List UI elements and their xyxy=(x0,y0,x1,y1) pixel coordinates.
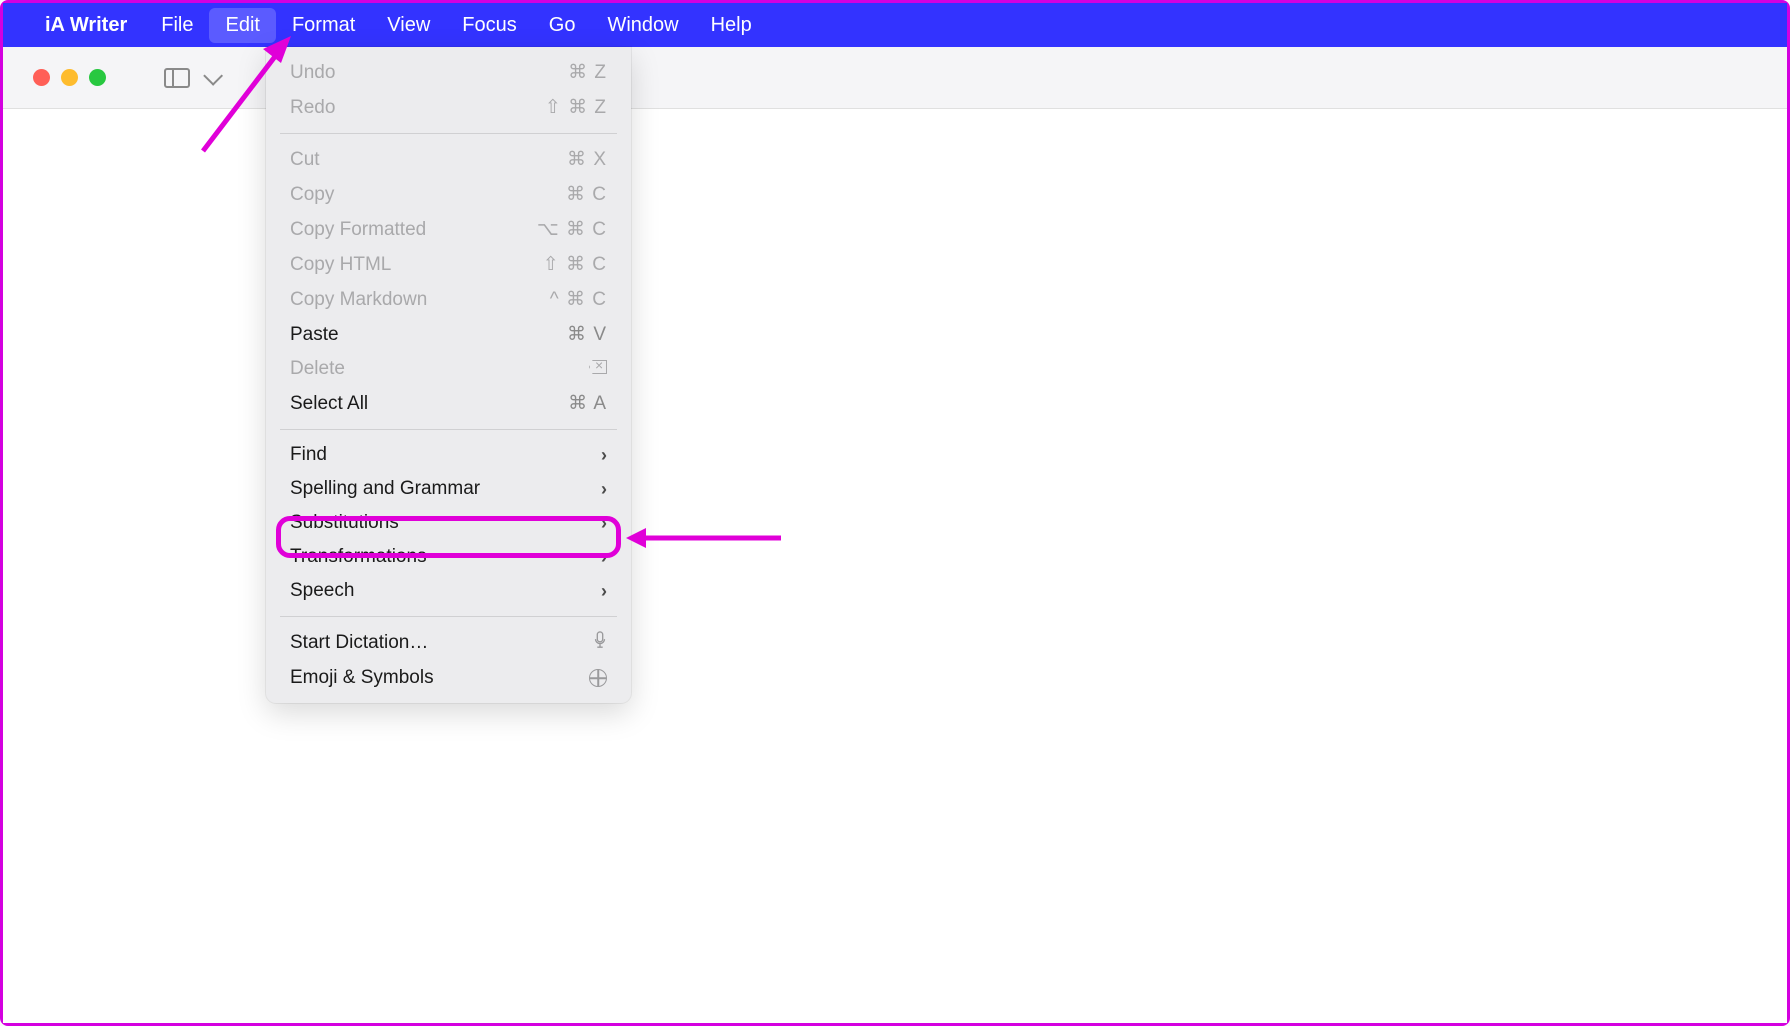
menu-item-label: Select All xyxy=(290,393,368,415)
close-window-button[interactable] xyxy=(33,69,50,86)
system-menubar: iA Writer File Edit Format View Focus Go… xyxy=(3,3,1787,47)
menu-item-label: Redo xyxy=(290,97,335,119)
chevron-right-icon: › xyxy=(601,547,607,568)
menu-item-delete[interactable]: Delete xyxy=(266,352,631,386)
globe-icon xyxy=(589,669,607,687)
mic-icon xyxy=(593,631,607,655)
menu-item-label: Spelling and Grammar xyxy=(290,478,480,500)
traffic-lights xyxy=(33,69,106,86)
menu-item-undo[interactable]: Undo ⌘ Z xyxy=(266,55,631,90)
shortcut-label: ⌥ ⌘ C xyxy=(537,218,607,241)
menu-item-redo[interactable]: Redo ⇧ ⌘ Z xyxy=(266,90,631,125)
chevron-right-icon: › xyxy=(601,445,607,466)
menu-item-spelling-grammar[interactable]: Spelling and Grammar › xyxy=(266,472,631,506)
menu-separator xyxy=(280,616,617,617)
menu-file[interactable]: File xyxy=(145,8,209,43)
shortcut-label: ⇧ ⌘ C xyxy=(543,253,607,276)
menu-item-label: Delete xyxy=(290,358,345,380)
menu-item-label: Speech xyxy=(290,580,354,602)
app-name[interactable]: iA Writer xyxy=(45,8,145,43)
shortcut-label: ⌘ C xyxy=(566,183,607,206)
shortcut-label: ⌘ V xyxy=(567,323,607,346)
menu-item-transformations[interactable]: Transformations › xyxy=(266,540,631,574)
chevron-down-icon[interactable] xyxy=(203,65,223,85)
shortcut-label: ⇧ ⌘ Z xyxy=(545,96,607,119)
menu-item-copy-html[interactable]: Copy HTML ⇧ ⌘ C xyxy=(266,247,631,282)
menu-view[interactable]: View xyxy=(371,8,446,43)
menu-item-substitutions[interactable]: Substitutions › xyxy=(266,506,631,540)
chevron-right-icon: › xyxy=(601,581,607,602)
shortcut-label: ⌘ Z xyxy=(568,61,607,84)
menu-item-label: Paste xyxy=(290,324,339,346)
menu-focus[interactable]: Focus xyxy=(446,8,532,43)
menu-item-label: Copy xyxy=(290,184,334,206)
menu-item-label: Undo xyxy=(290,62,335,84)
menu-item-emoji-symbols[interactable]: Emoji & Symbols xyxy=(266,661,631,695)
menu-format[interactable]: Format xyxy=(276,8,371,43)
menu-edit[interactable]: Edit xyxy=(209,8,275,43)
chevron-right-icon: › xyxy=(601,479,607,500)
menu-help[interactable]: Help xyxy=(695,8,768,43)
menu-item-select-all[interactable]: Select All ⌘ A xyxy=(266,386,631,421)
menu-item-label: Copy Formatted xyxy=(290,219,426,241)
menu-item-label: Copy HTML xyxy=(290,254,391,276)
sidebar-toggle-icon[interactable] xyxy=(164,68,190,88)
menu-item-label: Transformations xyxy=(290,546,427,568)
minimize-window-button[interactable] xyxy=(61,69,78,86)
menu-item-label: Copy Markdown xyxy=(290,289,427,311)
menu-item-label: Find xyxy=(290,444,327,466)
shortcut-label: ⌘ A xyxy=(568,392,607,415)
menu-item-label: Substitutions xyxy=(290,512,399,534)
menu-item-label: Start Dictation… xyxy=(290,632,428,654)
menu-window[interactable]: Window xyxy=(591,8,694,43)
menu-item-label: Cut xyxy=(290,149,320,171)
menu-item-start-dictation[interactable]: Start Dictation… xyxy=(266,625,631,661)
menu-item-copy-formatted[interactable]: Copy Formatted ⌥ ⌘ C xyxy=(266,212,631,247)
menu-go[interactable]: Go xyxy=(533,8,592,43)
chevron-right-icon: › xyxy=(601,513,607,534)
menu-item-find[interactable]: Find › xyxy=(266,438,631,472)
zoom-window-button[interactable] xyxy=(89,69,106,86)
edit-dropdown-menu: Undo ⌘ Z Redo ⇧ ⌘ Z Cut ⌘ X Copy ⌘ C Cop… xyxy=(266,47,631,703)
shortcut-label: ^ ⌘ C xyxy=(550,288,607,311)
menu-item-copy-markdown[interactable]: Copy Markdown ^ ⌘ C xyxy=(266,282,631,317)
menu-item-cut[interactable]: Cut ⌘ X xyxy=(266,142,631,177)
menu-item-copy[interactable]: Copy ⌘ C xyxy=(266,177,631,212)
menu-item-paste[interactable]: Paste ⌘ V xyxy=(266,317,631,352)
delete-key-icon xyxy=(589,358,607,380)
menu-separator xyxy=(280,133,617,134)
menu-item-label: Emoji & Symbols xyxy=(290,667,434,689)
shortcut-label: ⌘ X xyxy=(567,148,607,171)
menu-item-speech[interactable]: Speech › xyxy=(266,574,631,608)
menu-separator xyxy=(280,429,617,430)
